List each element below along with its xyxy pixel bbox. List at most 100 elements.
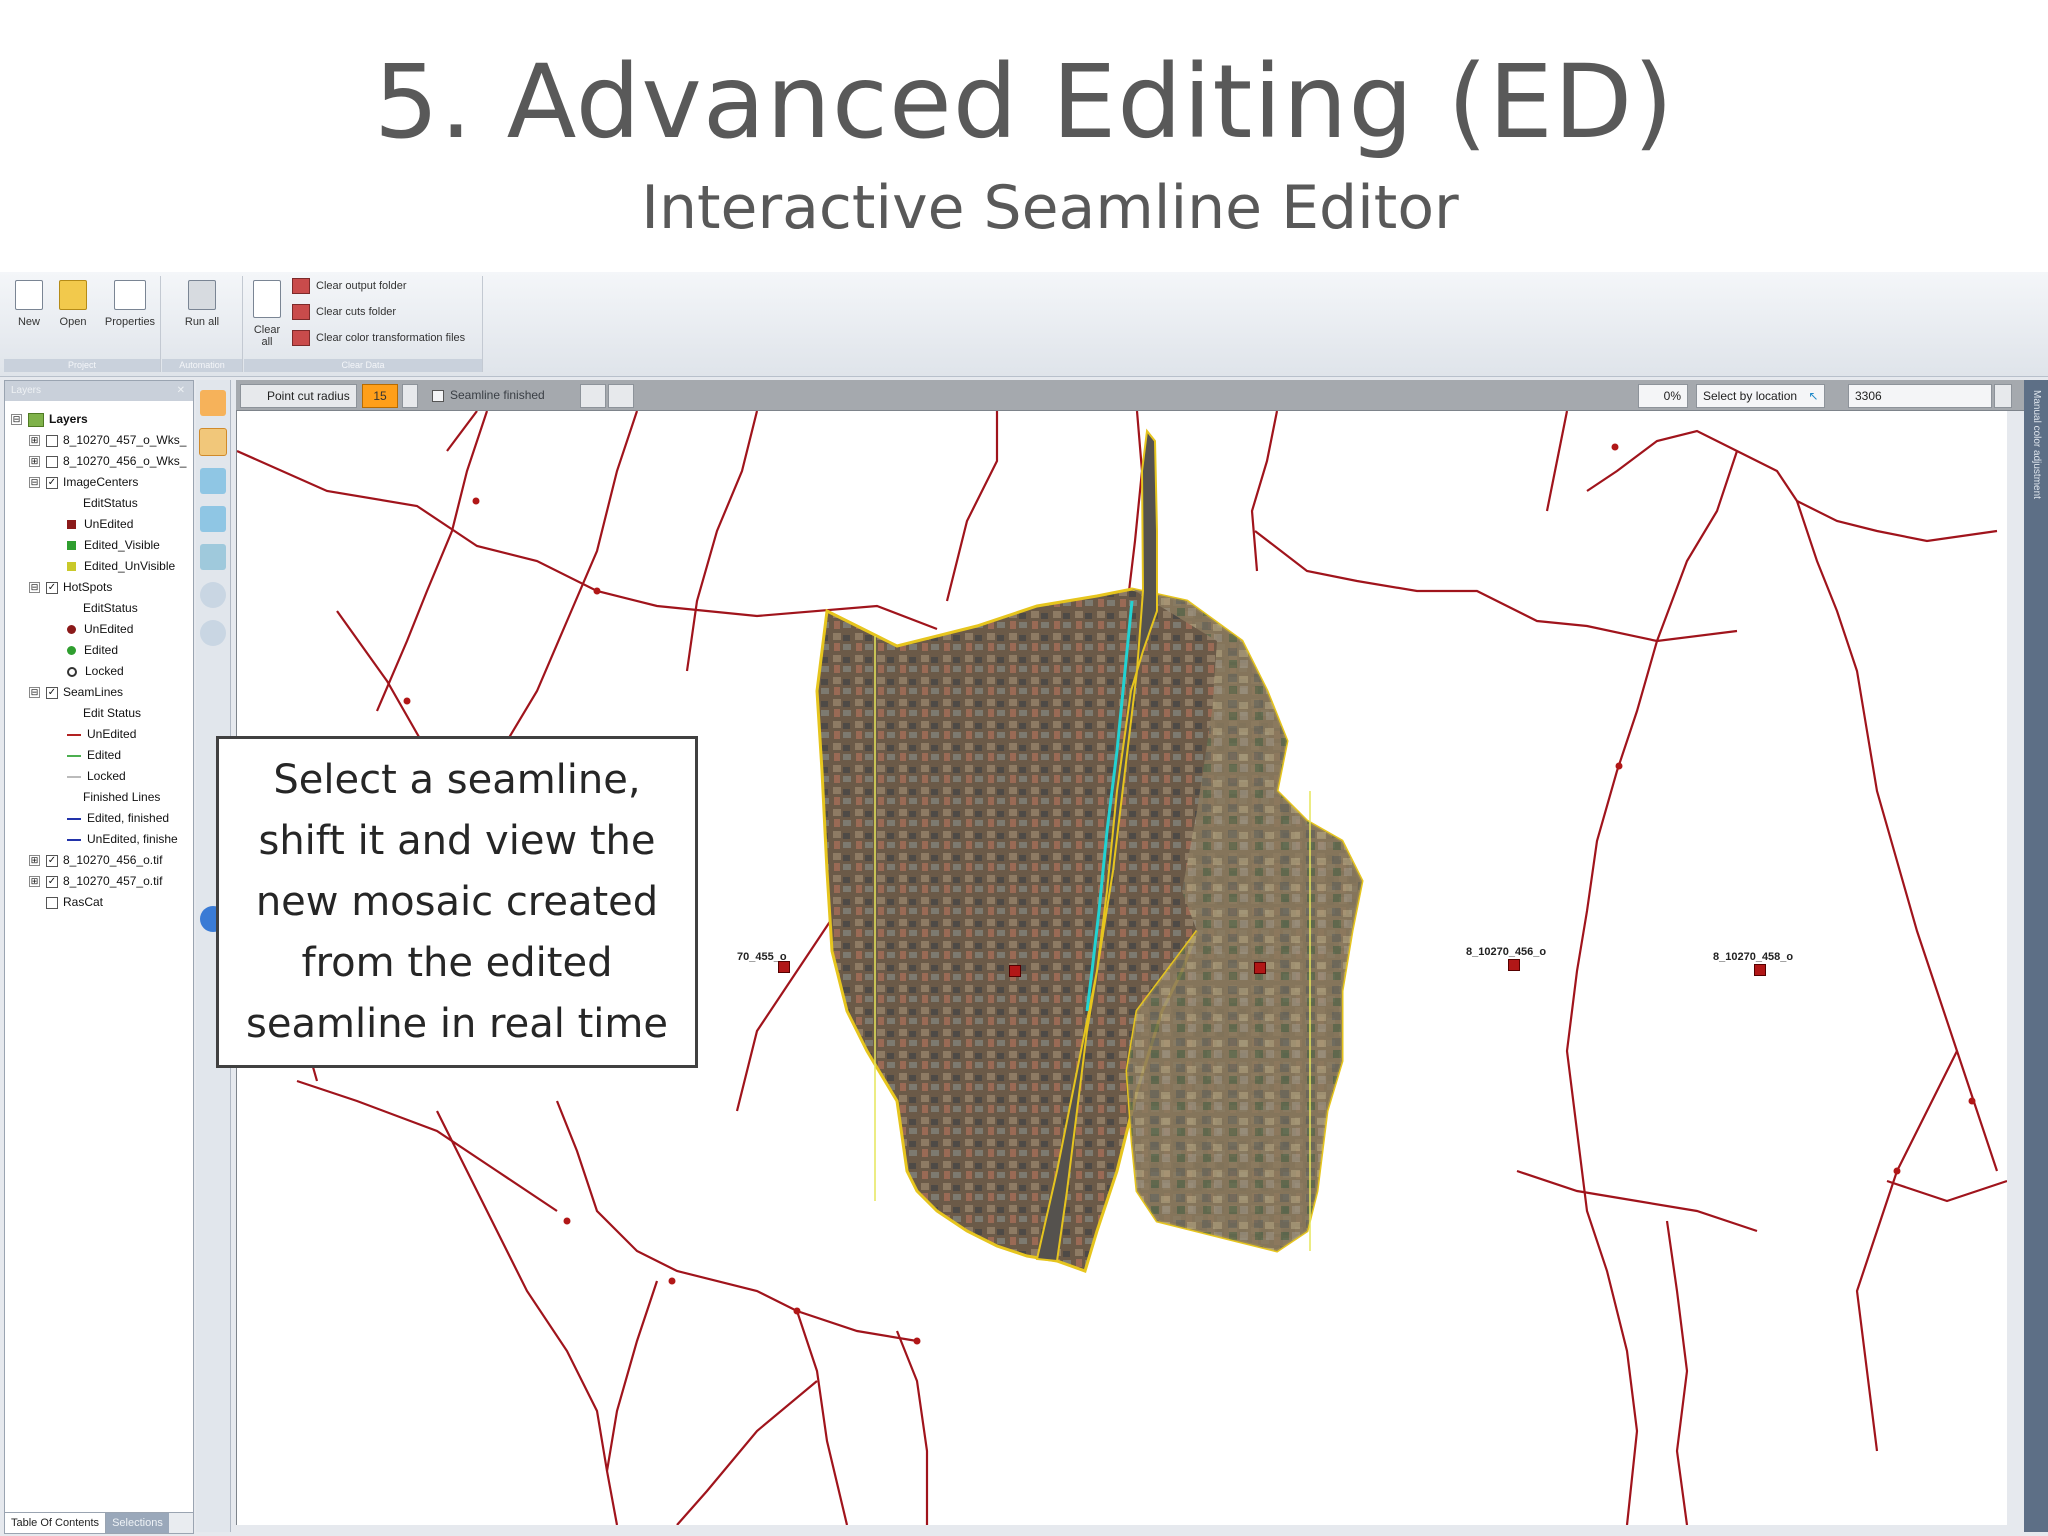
- ribbon-group-label-project: Project: [4, 359, 160, 372]
- new-button-label: New: [17, 316, 40, 328]
- feature-id-select[interactable]: 3306: [1848, 384, 1992, 408]
- layer-tree-row[interactable]: ⊞ 8_10270_456_o_Wks_: [11, 451, 193, 472]
- run-all-button[interactable]: Run all: [180, 280, 224, 328]
- image-label: 8_10270_456_o: [1466, 946, 1547, 958]
- layer-visibility-checkbox[interactable]: ✓: [46, 686, 58, 699]
- layer-tree-row[interactable]: Edited: [11, 640, 193, 661]
- expand-toggle-icon[interactable]: ⊟: [29, 582, 40, 594]
- layer-tree-label: UnEdited, finishe: [87, 832, 178, 846]
- dot-symbol-icon: [67, 646, 76, 656]
- ribbon-toolbar: New Open Properties Project Run all Auto…: [0, 272, 2048, 377]
- layer-tree-row[interactable]: ⊟ ✓ SeamLines: [11, 682, 193, 703]
- color-adjustment-strip[interactable]: Manual color adjustment: [2024, 380, 2048, 1532]
- layer-visibility-checkbox[interactable]: ✓: [46, 854, 58, 867]
- layer-tree-row[interactable]: Finished Lines: [11, 787, 193, 808]
- chevron-down-icon[interactable]: [1994, 384, 2012, 408]
- line-symbol-icon: [67, 817, 81, 820]
- layer-tree-row[interactable]: Edited: [11, 745, 193, 766]
- layer-tree-row[interactable]: ⊞ 8_10270_457_o_Wks_: [11, 430, 193, 451]
- layer-tree-row[interactable]: ⊟ ✓ HotSpots: [11, 577, 193, 598]
- expand-toggle-icon[interactable]: ⊞: [29, 435, 40, 447]
- layer-tree-row[interactable]: UnEdited: [11, 619, 193, 640]
- zoom-out-tool-icon[interactable]: [200, 506, 226, 532]
- tab-selections[interactable]: Selections: [106, 1513, 169, 1533]
- expand-toggle-icon[interactable]: ⊟: [29, 687, 40, 699]
- layer-tree-row[interactable]: ⊞ ✓ 8_10270_456_o.tif: [11, 850, 193, 871]
- zoom-in-tool-icon[interactable]: [200, 468, 226, 494]
- layers-panel-title: Layers: [11, 385, 42, 396]
- identify-tool-icon[interactable]: [200, 582, 226, 608]
- redo-icon[interactable]: [608, 384, 634, 408]
- layer-visibility-checkbox[interactable]: [46, 434, 58, 447]
- slide-title: 5. Advanced Editing (ED): [373, 43, 1675, 162]
- clear-color-files-button[interactable]: Clear color transformation files: [292, 330, 465, 346]
- clear-icon: [292, 330, 310, 346]
- layer-tree-row[interactable]: ⊟ ✓ ImageCenters: [11, 472, 193, 493]
- image-center-marker[interactable]: [778, 961, 790, 973]
- layer-tree-label: 8_10270_456_o.tif: [63, 853, 163, 867]
- layer-tree-row[interactable]: UnEdited: [11, 514, 193, 535]
- expand-toggle-icon[interactable]: ⊞: [29, 876, 40, 888]
- new-button[interactable]: New: [10, 280, 48, 328]
- layer-tree-row[interactable]: EditStatus: [11, 598, 193, 619]
- edit-seamline-tool-icon[interactable]: [199, 428, 227, 456]
- clear-cuts-folder-button[interactable]: Clear cuts folder: [292, 304, 396, 320]
- clear-output-folder-label: Clear output folder: [316, 279, 407, 292]
- image-center-marker[interactable]: [1754, 964, 1766, 976]
- expand-toggle-icon[interactable]: ⊞: [29, 855, 40, 867]
- expand-toggle-icon[interactable]: ⊟: [29, 477, 40, 489]
- image-center-marker[interactable]: [1508, 959, 1520, 971]
- layer-tree: ⊟ Layers ⊞ 8_10270_457_o_Wks_ ⊞ 8_10270_456_o…: [5, 401, 193, 913]
- color-adjustment-label: Manual color adjustment: [2031, 390, 2042, 499]
- select-by-location-button[interactable]: Select by location ↖: [1696, 384, 1826, 408]
- layer-tree-label: SeamLines: [63, 685, 124, 699]
- layer-tree-row[interactable]: EditStatus: [11, 493, 193, 514]
- tab-table-of-contents[interactable]: Table Of Contents: [5, 1513, 107, 1533]
- clear-all-button[interactable]: Clear all: [250, 280, 284, 348]
- point-cut-radius-input[interactable]: 15: [362, 384, 398, 408]
- layer-visibility-checkbox[interactable]: ✓: [46, 476, 58, 489]
- full-extent-tool-icon[interactable]: [200, 544, 226, 570]
- pin-icon[interactable]: ✕: [177, 381, 185, 401]
- layer-tree-row[interactable]: UnEdited: [11, 724, 193, 745]
- line-symbol-icon: [67, 733, 81, 736]
- layer-tree-row[interactable]: RasCat: [11, 892, 193, 913]
- layer-visibility-checkbox[interactable]: [46, 455, 58, 468]
- properties-button[interactable]: Properties: [100, 280, 160, 328]
- select-by-location-label: Select by location: [1703, 389, 1798, 403]
- radius-stepper[interactable]: [402, 384, 418, 408]
- layer-tree-row[interactable]: Edited, finished: [11, 808, 193, 829]
- square-symbol-icon: [67, 562, 76, 572]
- layer-visibility-checkbox[interactable]: ✓: [46, 875, 58, 888]
- layer-tree-row[interactable]: Edit Status: [11, 703, 193, 724]
- map-toolbar: Point cut radius 15 Seamline finished 0%…: [236, 380, 2024, 411]
- open-button[interactable]: Open: [54, 280, 92, 328]
- expand-toggle-icon[interactable]: ⊟: [11, 414, 22, 426]
- layer-tree-row[interactable]: UnEdited, finishe: [11, 829, 193, 850]
- opacity-select[interactable]: 0%: [1638, 384, 1688, 408]
- layers-icon: [28, 412, 44, 427]
- layer-visibility-checkbox[interactable]: [46, 896, 58, 909]
- layer-tree-row[interactable]: ⊟ Layers: [11, 409, 193, 430]
- layer-tree-label: EditStatus: [83, 496, 138, 510]
- undo-icon[interactable]: [580, 384, 606, 408]
- measure-tool-icon[interactable]: [200, 620, 226, 646]
- seamline-finished-checkbox[interactable]: Seamline finished: [432, 384, 545, 406]
- layer-tree-row[interactable]: Locked: [11, 661, 193, 682]
- layer-visibility-checkbox[interactable]: ✓: [46, 581, 58, 594]
- layer-tree-row[interactable]: Locked: [11, 766, 193, 787]
- callout-text: Select a seamline, shift it and view the…: [246, 756, 668, 1047]
- ribbon-group-label-clear-data: Clear Data: [244, 359, 482, 372]
- layer-tree-row[interactable]: Edited_UnVisible: [11, 556, 193, 577]
- clear-all-icon: [253, 280, 281, 318]
- expand-toggle-icon[interactable]: ⊞: [29, 456, 40, 468]
- image-center-marker[interactable]: [1254, 962, 1266, 974]
- layer-tree-row[interactable]: Edited_Visible: [11, 535, 193, 556]
- clear-output-folder-button[interactable]: Clear output folder: [292, 278, 407, 294]
- image-center-marker[interactable]: [1009, 965, 1021, 977]
- ribbon-group-clear-data: Clear all Clear output folder Clear cuts…: [244, 276, 483, 372]
- layer-tree-row[interactable]: ⊞ ✓ 8_10270_457_o.tif: [11, 871, 193, 892]
- clear-icon: [292, 278, 310, 294]
- layer-tree-label: Edited: [84, 643, 119, 657]
- pan-tool-icon[interactable]: [200, 390, 226, 416]
